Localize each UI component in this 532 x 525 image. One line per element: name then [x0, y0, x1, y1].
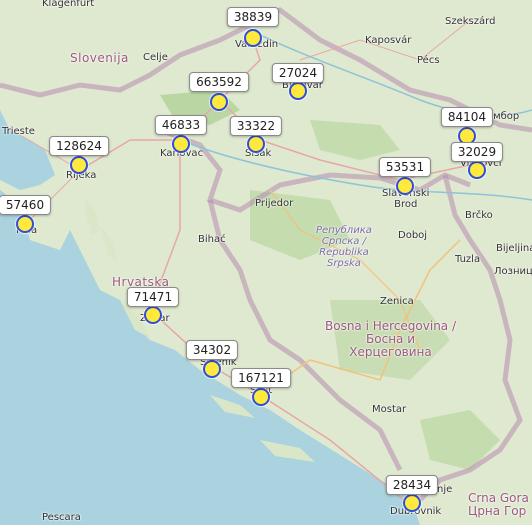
marker-label[interactable]: 32029: [450, 142, 504, 162]
place-pescara: Pescara: [42, 512, 81, 523]
map-viewport[interactable]: Klagenfurt Szekszárd Slovenija Celje Var…: [0, 0, 532, 525]
marker-icon[interactable]: [16, 215, 34, 233]
marker-label[interactable]: 46833: [154, 115, 208, 135]
place-doboj: Doboj: [398, 230, 428, 241]
place-trieste: Trieste: [2, 126, 35, 137]
place-republika-srpska: Република Српска / Republika Srpska: [316, 225, 372, 269]
place-klagenfurt: Klagenfurt: [42, 0, 95, 9]
marker-label[interactable]: 28434: [385, 475, 439, 495]
place-sep: nje: [437, 484, 453, 495]
place-pecs: Pécs: [417, 55, 440, 66]
marker-icon[interactable]: [144, 306, 162, 324]
marker-icon[interactable]: [468, 161, 486, 179]
place-tuzla: Tuzla: [455, 254, 481, 265]
place-zenica: Zenica: [380, 296, 414, 307]
marker-label[interactable]: 71471: [126, 287, 180, 307]
marker-label[interactable]: 167121: [231, 368, 291, 388]
marker-icon[interactable]: [396, 177, 414, 195]
place-kaposvar: Kaposvár: [365, 35, 412, 46]
place-loznica: Лозница: [494, 266, 532, 277]
place-mostar: Mostar: [372, 404, 407, 415]
marker-icon[interactable]: [203, 360, 221, 378]
marker-label[interactable]: 38839: [226, 7, 280, 27]
marker-icon[interactable]: [172, 135, 190, 153]
marker-icon[interactable]: [289, 82, 307, 100]
marker-label[interactable]: 33322: [229, 116, 283, 136]
place-celje: Celje: [143, 52, 168, 63]
marker-icon[interactable]: [70, 156, 88, 174]
marker-label[interactable]: 663592: [189, 72, 249, 92]
place-bijeljina: Bijeljina: [496, 243, 532, 254]
marker-icon[interactable]: [403, 494, 421, 512]
marker-icon[interactable]: [247, 135, 265, 153]
marker-label[interactable]: 128624: [49, 136, 109, 156]
place-szekszard: Szekszárd: [445, 16, 496, 27]
place-crna-gora: Crna Gora Црна Гор: [468, 491, 529, 519]
marker-label[interactable]: 84104: [440, 107, 494, 127]
marker-label[interactable]: 53531: [378, 157, 432, 177]
place-bih: Bosna i Hercegovina / Босна и Херцеговин…: [325, 319, 457, 360]
basemap: [0, 7, 532, 525]
place-bihac: Bihać: [198, 234, 226, 245]
place-prijedor: Prijedor: [255, 198, 294, 209]
marker-label[interactable]: 27024: [271, 63, 325, 83]
place-slovenija: Slovenija: [70, 51, 129, 65]
marker-icon[interactable]: [210, 93, 228, 111]
marker-icon[interactable]: [244, 29, 262, 47]
marker-label[interactable]: 57460: [0, 195, 52, 215]
place-brcko: Brčko: [465, 210, 493, 221]
marker-icon[interactable]: [252, 388, 270, 406]
marker-label[interactable]: 34302: [185, 340, 239, 360]
